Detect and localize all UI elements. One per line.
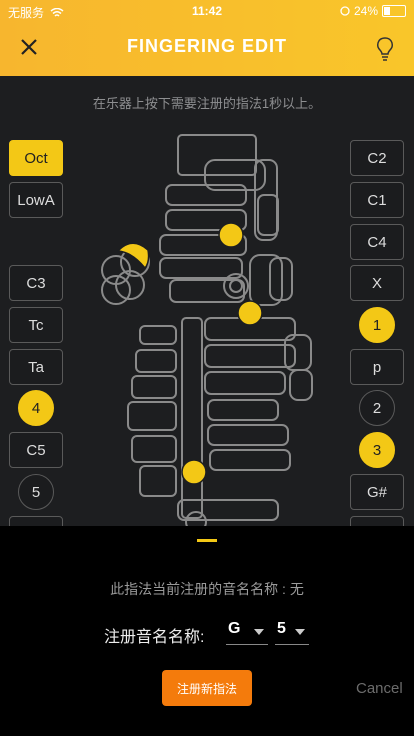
key-label: C5 (26, 441, 46, 459)
key-c5[interactable]: C5 (9, 432, 63, 468)
current-fingering-info: 此指法当前注册的音名名称 : 无 (110, 581, 304, 597)
key-c2[interactable]: C2 (350, 140, 404, 176)
chevron-down-icon (254, 629, 264, 635)
register-button[interactable]: 注册新指法 (162, 670, 252, 706)
key-label: LowA (17, 191, 55, 209)
key-label: 2 (372, 399, 382, 417)
octave-select[interactable]: 5 (275, 618, 309, 645)
key-lowa[interactable]: LowA (9, 182, 63, 218)
key-label: Tc (28, 316, 44, 334)
page-title: FINGERING EDIT (126, 36, 287, 56)
lightbulb-icon[interactable] (374, 36, 396, 62)
fingering-panel: 在乐器上按下需要注册的指法1秒以上。 Oct LowA C3 Tc Ta 4 C… (0, 76, 414, 532)
key-x[interactable]: X (350, 265, 404, 301)
key-c3[interactable]: C3 (9, 265, 63, 301)
key-c1[interactable]: C1 (350, 182, 404, 218)
key-p[interactable]: p (350, 349, 404, 385)
register-row: 注册音名名称: G 5 (0, 618, 414, 648)
key-ta[interactable]: Ta (9, 349, 63, 385)
key-label: X (371, 274, 382, 292)
register-label: 注册音名名称: (104, 629, 205, 646)
key-label: C2 (367, 149, 387, 167)
rotation-lock-icon (340, 6, 350, 16)
key-5[interactable]: 5 (18, 474, 54, 510)
header-bar: 无服务 11:42 24% FINGERING EDIT (0, 0, 414, 76)
key-2[interactable]: 2 (359, 390, 395, 426)
key-3[interactable]: 3 (359, 432, 395, 468)
note-select[interactable]: G (226, 618, 268, 645)
note-select-value: G (228, 620, 241, 637)
register-panel: 此指法当前注册的音名名称 : 无 注册音名名称: G 5 注册新指法 Cance… (0, 526, 414, 736)
key-label: Oct (24, 149, 48, 167)
key-label: C3 (26, 274, 46, 292)
key-label: 4 (31, 399, 41, 417)
key-label: p (372, 358, 382, 376)
pressed-key-lower (181, 459, 207, 485)
key-label: 5 (31, 483, 41, 501)
status-bar: 无服务 11:42 24% (0, 0, 414, 22)
key-oct[interactable]: Oct (9, 140, 63, 176)
key-c4[interactable]: C4 (350, 224, 404, 260)
key-label: C4 (367, 233, 387, 251)
chevron-down-icon (295, 629, 305, 635)
key-1[interactable]: 1 (359, 307, 395, 343)
key-label: C1 (367, 191, 387, 209)
key-label: Ta (28, 358, 44, 376)
battery-icon (382, 5, 406, 17)
key-tc[interactable]: Tc (9, 307, 63, 343)
key-g-sharp[interactable]: G# (350, 474, 404, 510)
key-4[interactable]: 4 (18, 390, 54, 426)
pressed-key-upper (218, 222, 244, 248)
pressed-key-middle (237, 300, 263, 326)
key-label: 3 (372, 441, 382, 459)
drag-handle[interactable] (197, 539, 217, 542)
octave-select-value: 5 (277, 620, 286, 637)
key-label: G# (366, 483, 387, 501)
battery-percent: 24% (353, 4, 378, 18)
cancel-button[interactable]: Cancel (356, 680, 403, 697)
key-label: 1 (372, 316, 382, 334)
